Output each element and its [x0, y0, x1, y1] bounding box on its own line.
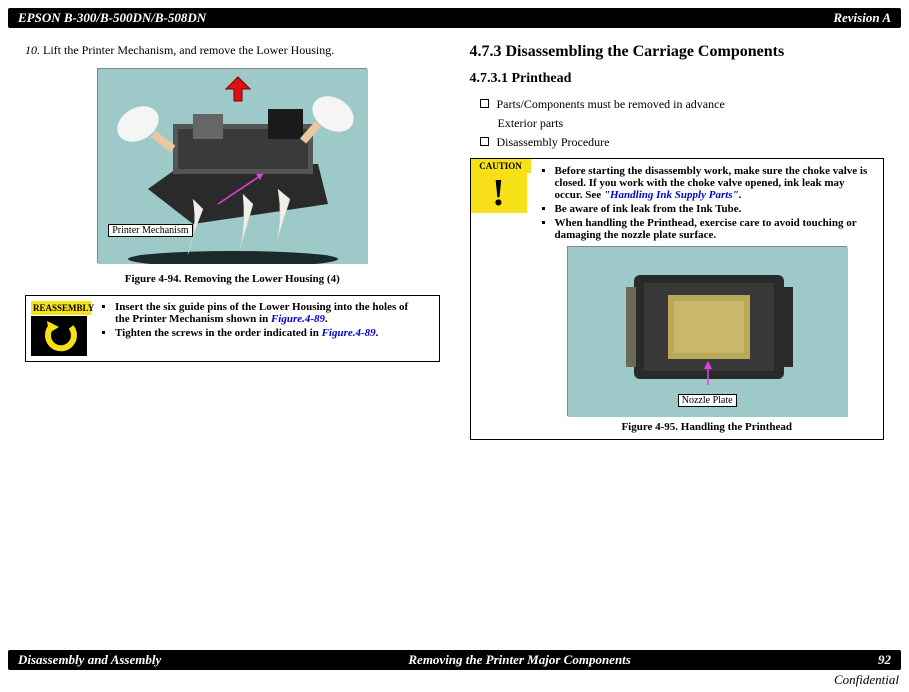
- checkbox-icon: [480, 137, 489, 146]
- figure-94-image: Printer Mechanism: [97, 68, 367, 263]
- header-right: Revision A: [833, 10, 891, 26]
- caution-content: Before starting the disassembly work, ma…: [531, 159, 884, 439]
- handling-link[interactable]: "Handling Ink Supply Parts": [604, 189, 739, 201]
- footer-center: Removing the Printer Major Components: [408, 652, 630, 668]
- header-bar: EPSON B-300/B-500DN/B-508DN Revision A: [8, 8, 901, 28]
- reassembly-badge: REASSEMBLY: [31, 301, 91, 356]
- reassembly-arrow-icon: [31, 316, 87, 356]
- caution-bullet-1: Before starting the disassembly work, ma…: [555, 165, 876, 201]
- figure-link-2[interactable]: Figure.4-89: [322, 327, 376, 339]
- printhead-icon: [568, 247, 848, 417]
- reassembly-title: REASSEMBLY: [31, 301, 91, 315]
- confidential-label: Confidential: [834, 672, 899, 688]
- figure-95-image: Nozzle Plate: [567, 246, 847, 416]
- header-left: EPSON B-300/B-500DN/B-508DN: [18, 10, 206, 26]
- figure-94-label: Printer Mechanism: [108, 224, 192, 237]
- checkbox-icon: [480, 99, 489, 108]
- right-column: 4.7.3 Disassembling the Carriage Compone…: [470, 43, 885, 440]
- check-procedure: Disassembly Procedure: [470, 135, 885, 150]
- footer-bar: Disassembly and Assembly Removing the Pr…: [8, 650, 901, 670]
- step-text: Lift the Printer Mechanism, and remove t…: [43, 43, 334, 57]
- caution-exclaim-icon: !: [471, 173, 527, 213]
- caution-bullet-3: When handling the Printhead, exercise ca…: [555, 217, 876, 241]
- figure-94-caption: Figure 4-94. Removing the Lower Housing …: [25, 273, 440, 285]
- caution-badge: CAUTION !: [471, 159, 531, 213]
- left-column: 10. Lift the Printer Mechanism, and remo…: [25, 43, 440, 440]
- figure-95-caption: Figure 4-95. Handling the Printhead: [539, 421, 876, 433]
- reassembly-bullet-2: Tighten the screws in the order indicate…: [115, 327, 426, 339]
- step-10: 10. Lift the Printer Mechanism, and remo…: [25, 43, 440, 58]
- section-4-7-3-1: 4.7.3.1 Printhead: [470, 71, 885, 87]
- reassembly-box: REASSEMBLY Insert the six guide pins of …: [25, 295, 440, 362]
- page-content: 10. Lift the Printer Mechanism, and remo…: [0, 28, 909, 440]
- footer-right: 92: [878, 652, 891, 668]
- figure-link-1[interactable]: Figure.4-89: [271, 313, 325, 325]
- reassembly-content: Insert the six guide pins of the Lower H…: [91, 301, 434, 341]
- sub-exterior: Exterior parts: [470, 116, 885, 131]
- step-number: 10.: [25, 43, 40, 57]
- figure-95-label: Nozzle Plate: [678, 394, 737, 407]
- reassembly-bullet-1: Insert the six guide pins of the Lower H…: [115, 301, 426, 325]
- section-4-7-3: 4.7.3 Disassembling the Carriage Compone…: [470, 43, 885, 61]
- caution-box: CAUTION ! Before starting the disassembl…: [470, 158, 885, 440]
- footer-left: Disassembly and Assembly: [18, 652, 161, 668]
- check-parts: Parts/Components must be removed in adva…: [470, 97, 885, 112]
- caution-bullet-2: Be aware of ink leak from the Ink Tube.: [555, 203, 876, 215]
- figure-94: Printer Mechanism Figure 4-94. Removing …: [25, 68, 440, 285]
